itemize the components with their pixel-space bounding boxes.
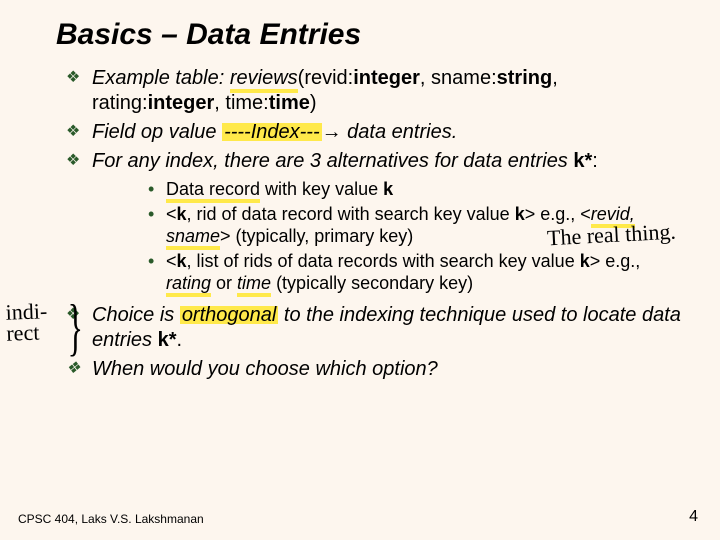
main-list: Example table: reviews(revid:integer, sn… xyxy=(56,66,684,382)
footer-author: CPSC 404, Laks V.S. Lakshmanan xyxy=(18,512,204,526)
sub-list: Data record with key value k <k, rid of … xyxy=(118,178,684,295)
slide: Basics – Data Entries Example table: rev… xyxy=(0,0,720,540)
slide-number: 4 xyxy=(689,508,698,526)
bullet-choice: Choice is orthogonal to the indexing tec… xyxy=(66,303,684,353)
bullet-example-table: Example table: reviews(revid:integer, sn… xyxy=(66,66,684,116)
bullet-field-op: Field op value ----Index---→ data entrie… xyxy=(66,120,684,145)
handwriting-indirect: indi- rect xyxy=(5,301,48,344)
slide-title: Basics – Data Entries xyxy=(56,18,684,52)
sub-rid: <k, rid of data record with search key v… xyxy=(148,203,684,248)
bullet-alternatives: For any index, there are 3 alternatives … xyxy=(66,149,684,295)
sub-rid-list: <k, list of rids of data records with se… xyxy=(148,250,684,295)
bullet-when: When would you choose which option? xyxy=(66,357,684,382)
sub-data-record: Data record with key value k xyxy=(148,178,684,201)
